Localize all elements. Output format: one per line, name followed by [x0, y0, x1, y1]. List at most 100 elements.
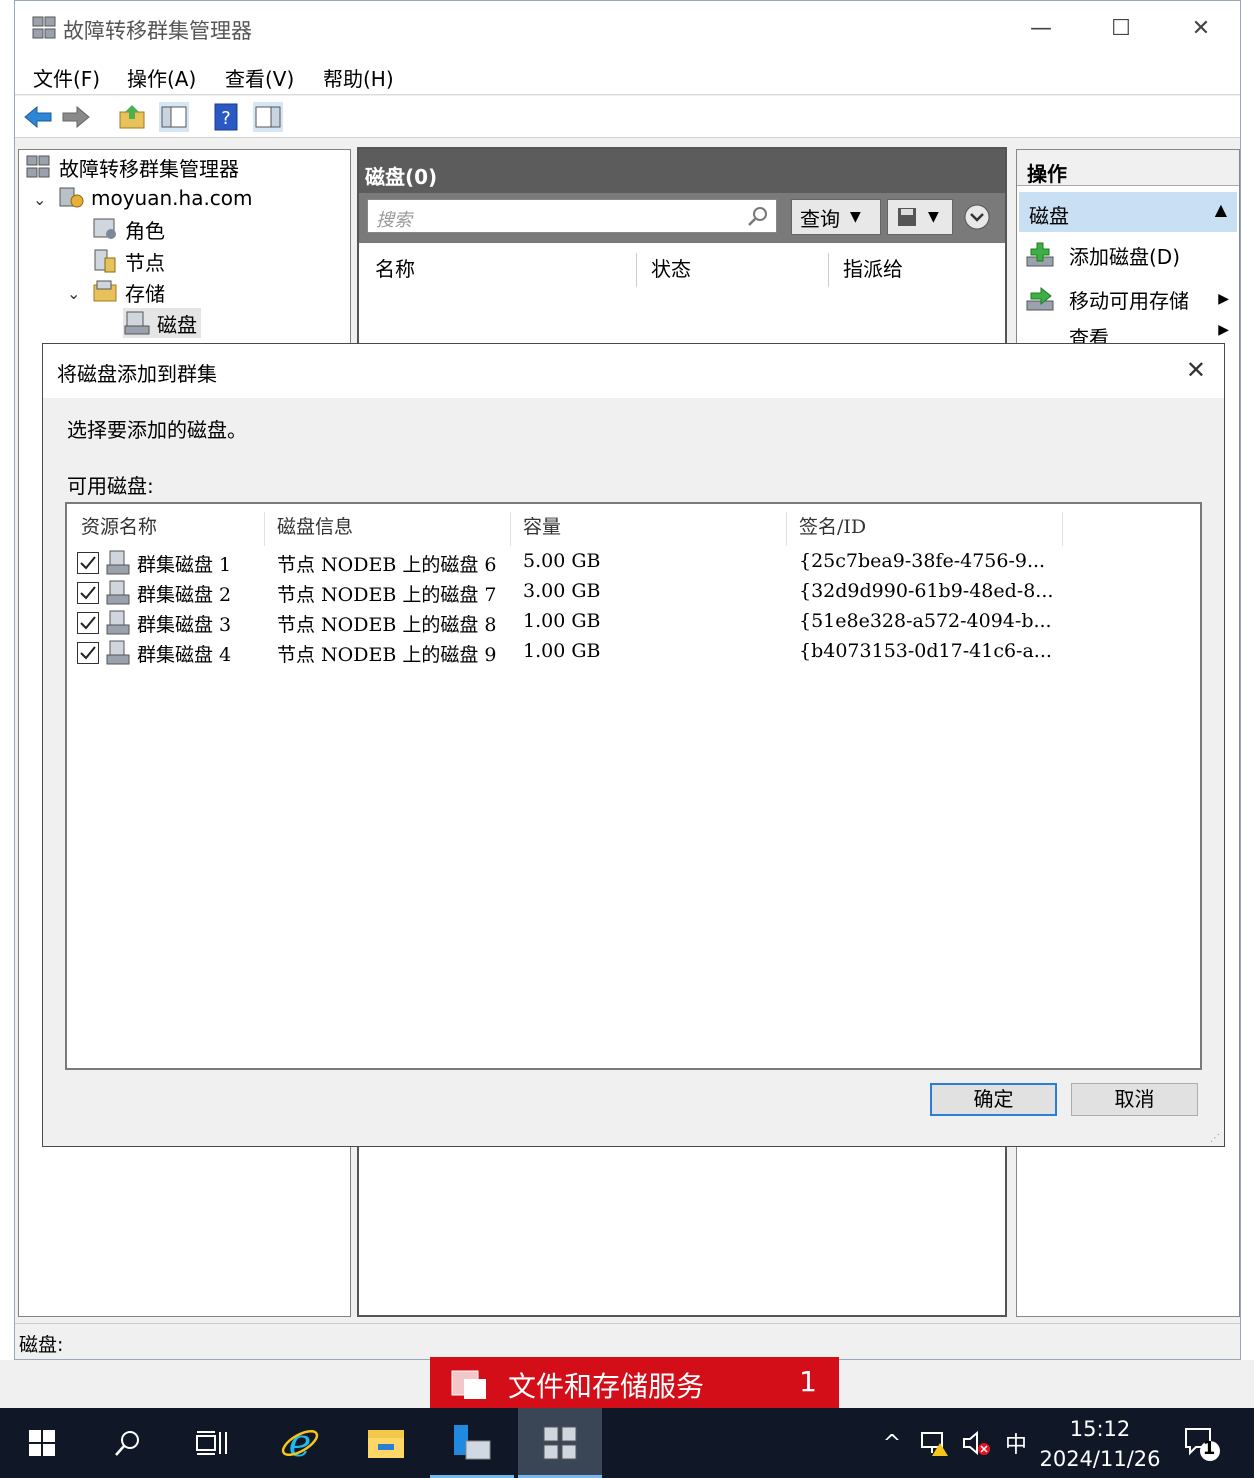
disk-name: 群集磁盘 3 [137, 614, 232, 636]
tree-label-storage: 存储 [125, 281, 165, 306]
caret-down-icon: ▼ [850, 209, 861, 225]
column-status[interactable]: 状态 [637, 253, 829, 287]
search-input[interactable]: 搜索 [367, 199, 777, 233]
tree-item-nodes[interactable]: 节点 [91, 246, 165, 276]
file-storage-services-tile[interactable]: 文件和存储服务 1 [430, 1357, 839, 1409]
save-query-button[interactable]: ▼ [887, 199, 953, 235]
show-hide-console-tree-icon[interactable] [159, 102, 189, 132]
minimize-button[interactable]: — [1001, 7, 1081, 51]
disk-icon [106, 640, 130, 665]
add-disk-action[interactable]: 添加磁盘(D) [1025, 238, 1180, 272]
column-disk-info[interactable]: 磁盘信息 [265, 512, 511, 546]
disk-name: 群集磁盘 2 [137, 584, 232, 606]
column-name[interactable]: 名称 [361, 253, 637, 287]
disk-icon [106, 610, 130, 635]
clock[interactable]: 15:12 2024/11/26 [1030, 1414, 1170, 1474]
tree-item-roles[interactable]: 角色 [91, 214, 165, 244]
disk-row[interactable]: 群集磁盘 1 节点 NODEB 上的磁盘 6 5.00 GB {25c7bea9-38… [67, 548, 1200, 578]
disk-row[interactable]: 群集磁盘 2 节点 NODEB 上的磁盘 7 3.00 GB {32d9d990-61… [67, 578, 1200, 608]
disk-signature-id: {51e8e328-a572-4094-b... [799, 610, 1052, 632]
column-resource-name[interactable]: 资源名称 [69, 512, 265, 546]
back-arrow-icon[interactable] [23, 102, 53, 132]
column-capacity[interactable]: 容量 [511, 512, 787, 546]
search-placeholder: 搜索 [376, 210, 412, 231]
disk-capacity: 5.00 GB [523, 550, 601, 572]
ok-button[interactable]: 确定 [930, 1083, 1057, 1116]
column-assigned-to[interactable]: 指派给 [829, 253, 1005, 287]
window-title: 故障转移群集管理器 [63, 19, 252, 43]
menu-help[interactable]: 帮助(H) [323, 63, 394, 92]
input-method-indicator[interactable]: 中 [998, 1408, 1034, 1478]
notification-count: 1 [1202, 1438, 1216, 1459]
move-available-storage-action[interactable]: 移动可用存储 ▶ [1025, 282, 1229, 316]
forward-arrow-icon[interactable] [61, 102, 91, 132]
roles-icon [93, 218, 116, 239]
disk-signature-id: {25c7bea9-38fe-4756-9... [799, 550, 1046, 572]
dialog-title-bar[interactable]: 将磁盘添加到群集 ✕ [43, 344, 1224, 398]
file-explorer-button[interactable] [344, 1408, 428, 1478]
query-button[interactable]: 查询 ▼ [791, 199, 881, 235]
volume-muted-icon [963, 1430, 990, 1456]
cancel-button[interactable]: 取消 [1071, 1083, 1198, 1116]
internet-explorer-icon: e [281, 1423, 319, 1463]
folder-icon [368, 1430, 404, 1458]
toolbar: ? [15, 96, 1240, 138]
chevron-down-icon[interactable]: ⌄ [67, 284, 80, 303]
title-bar[interactable]: 故障转移群集管理器 — ☐ ✕ [15, 1, 1240, 57]
expand-chevron-icon[interactable] [963, 203, 991, 231]
actions-section-disks[interactable]: 磁盘 ▲ [1019, 192, 1237, 232]
tree-item-disks[interactable]: 磁盘 [123, 308, 201, 338]
svg-text:e: e [289, 1423, 312, 1463]
check-icon [80, 556, 96, 570]
disk-checkbox[interactable] [77, 612, 99, 634]
add-disk-label: 添加磁盘(D) [1069, 244, 1181, 269]
disk-checkbox[interactable] [77, 582, 99, 604]
resize-grip-icon[interactable]: ⋰ [1210, 1133, 1220, 1144]
menu-action[interactable]: 操作(A) [127, 63, 196, 92]
search-button[interactable] [86, 1408, 170, 1478]
svg-text:?: ? [221, 108, 231, 129]
query-label: 查询 [800, 206, 840, 231]
task-view-button[interactable] [170, 1408, 254, 1478]
menu-view[interactable]: 查看(V) [225, 63, 294, 92]
search-icon [115, 1431, 139, 1456]
network-button[interactable] [914, 1408, 954, 1478]
start-button[interactable] [0, 1408, 84, 1478]
disk-checkbox[interactable] [77, 552, 99, 574]
dialog-close-icon[interactable]: ✕ [1186, 356, 1206, 384]
disk-row[interactable]: 群集磁盘 3 节点 NODEB 上的磁盘 8 1.00 GB {51e8e328-a5… [67, 608, 1200, 638]
chevron-down-icon[interactable]: ⌄ [33, 190, 46, 209]
disk-info: 节点 NODEB 上的磁盘 7 [277, 584, 497, 606]
disk-icon [124, 311, 150, 335]
server-manager-icon [454, 1425, 491, 1460]
disk-checkbox[interactable] [77, 642, 99, 664]
show-hidden-icons-button[interactable]: ^ [874, 1408, 910, 1478]
help-icon[interactable]: ? [211, 102, 241, 132]
disks-pane-header: 磁盘(0) [359, 149, 1005, 193]
disk-info: 节点 NODEB 上的磁盘 8 [277, 614, 497, 636]
disk-signature-id: {b4073153-0d17-41c6-a... [799, 640, 1052, 662]
collapse-icon: ▲ [1214, 200, 1227, 219]
search-icon [748, 207, 767, 226]
submenu-arrow-icon: ▶ [1218, 291, 1229, 307]
actions-header: 操作 [1017, 150, 1239, 186]
show-hide-action-pane-icon[interactable] [253, 102, 283, 132]
server-manager-button[interactable] [430, 1408, 514, 1478]
disk-row[interactable]: 群集磁盘 4 节点 NODEB 上的磁盘 9 1.00 GB {b4073153-0d… [67, 638, 1200, 668]
tree-label-root: 故障转移群集管理器 [59, 156, 239, 181]
tree-item-storage[interactable]: 存储 [91, 277, 165, 307]
failover-cluster-manager-button[interactable] [518, 1408, 602, 1478]
internet-explorer-button[interactable]: e [258, 1408, 342, 1478]
up-folder-icon[interactable] [117, 102, 147, 132]
tree-item-root[interactable]: 故障转移群集管理器 [25, 152, 239, 182]
tree-label-cluster: moyuan.ha.com [91, 186, 253, 210]
storage-icon [93, 280, 117, 302]
volume-button[interactable] [958, 1408, 994, 1478]
tree-item-cluster[interactable]: moyuan.ha.com [57, 183, 253, 213]
available-disks-list[interactable]: 资源名称 磁盘信息 容量 签名/ID 群集磁盘 1 节点 NODEB 上的磁盘 6… [65, 502, 1202, 1070]
cluster-manager-icon [32, 16, 56, 39]
column-signature-id[interactable]: 签名/ID [787, 512, 1063, 546]
maximize-button[interactable]: ☐ [1081, 7, 1161, 51]
close-button[interactable]: ✕ [1161, 7, 1241, 51]
menu-file[interactable]: 文件(F) [33, 63, 100, 92]
